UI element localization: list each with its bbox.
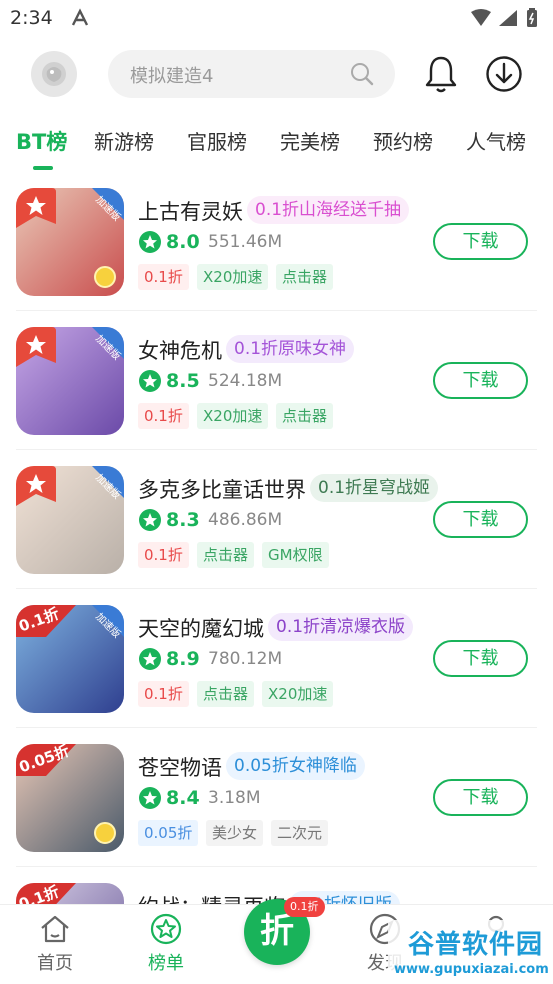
active-tab-indicator [33,166,53,170]
game-tag: X20加速 [197,403,269,429]
search-icon[interactable] [349,61,375,87]
game-promo: 0.1折山海经送千抽 [247,196,410,224]
game-promo: 0.1折星穹战姬 [310,474,439,502]
status-time: 2:34 [10,7,53,29]
game-thumbnail[interactable]: 0.1折 加速版 [16,605,124,713]
watermark-title: 谷普软件园 [408,930,544,960]
wifi-icon [471,9,491,26]
game-score: 8.3 [166,509,200,531]
download-button[interactable]: 下载 [433,362,528,399]
game-name[interactable]: 女神危机 [138,335,222,365]
game-row[interactable]: 加速版 女神危机 0.1折原味女神 8.5 524.18M 0.1折 X20加速点… [0,311,553,450]
download-manager-icon[interactable] [485,55,523,93]
game-row[interactable]: 加速版 上古有灵妖 0.1折山海经送千抽 8.0 551.46M 0.1折 X20… [0,172,553,311]
game-name[interactable]: 多克多比童话世界 [138,474,306,504]
game-thumbnail[interactable]: 0.05折 [16,744,124,852]
game-name[interactable]: 天空的魔幻城 [138,613,264,643]
signal-icon [499,10,517,26]
game-tag: 点击器 [276,264,334,290]
nav-home-label: 首页 [37,953,73,974]
ranking-tabs: BT榜 新游榜 官服榜 完美榜 预约榜 人气榜 [0,126,553,172]
star-icon [139,231,161,253]
tab-bt[interactable]: BT榜 [16,126,67,156]
game-thumbnail[interactable]: 加速版 [16,327,124,435]
game-tag: 美少女 [206,820,264,846]
game-size: 551.46M [208,232,283,252]
game-tag: 点击器 [276,403,334,429]
bell-icon[interactable] [422,54,460,94]
discount-badge: 0.1折 [284,897,325,917]
download-button[interactable]: 下载 [433,640,528,677]
star-icon [139,648,161,670]
game-size: 780.12M [208,649,283,669]
game-tag: 二次元 [271,820,329,846]
watermark-url: www.gupuxiazai.com [394,962,549,977]
game-name[interactable]: 上古有灵妖 [138,196,243,226]
download-button[interactable]: 下载 [433,779,528,816]
game-promo: 0.1折清凉爆衣版 [268,613,414,641]
game-score: 8.0 [166,231,200,253]
tab-reservation[interactable]: 预约榜 [373,126,433,155]
a-notification-icon [71,8,89,26]
game-tag: 0.1折 [138,403,189,429]
tab-popular[interactable]: 人气榜 [466,126,526,155]
game-tag: 0.05折 [138,820,199,846]
avatar-icon [42,62,66,86]
status-bar: 2:34 [0,0,553,38]
nav-ranking-label: 榜单 [148,953,184,974]
game-score: 8.5 [166,370,200,392]
game-size: 524.18M [208,371,283,391]
tab-perfect[interactable]: 完美榜 [280,126,340,155]
star-icon [139,370,161,392]
game-tag: X20加速 [262,681,334,707]
game-tag: X20加速 [197,264,269,290]
download-button[interactable]: 下载 [433,501,528,538]
game-row[interactable]: 加速版 多克多比童话世界 0.1折星穹战姬 8.3 486.86M 0.1折 点击… [0,450,553,589]
medal-badge-icon [16,188,56,228]
star-icon [139,787,161,809]
star-circle-icon [150,913,182,945]
tab-new-games[interactable]: 新游榜 [94,126,154,155]
nav-home[interactable]: 首页 [25,913,85,975]
game-row[interactable]: 0.05折 苍空物语 0.05折女神降临 8.4 3.18M 0.05折 美少女二… [0,728,553,867]
game-tag: 0.1折 [138,264,189,290]
medal-badge-icon [16,327,56,367]
home-icon [41,915,69,943]
game-thumbnail[interactable]: 加速版 [16,188,124,296]
medal-badge-icon [16,466,56,506]
game-score: 8.9 [166,648,200,670]
coin-icon [94,822,116,844]
nav-ranking[interactable]: 榜单 [136,913,196,975]
system-status-icons [471,8,537,27]
game-tag: GM权限 [262,542,329,568]
game-promo: 0.05折女神降临 [226,752,365,780]
star-icon [139,509,161,531]
watermark: 谷普软件园 www.gupuxiazai.com [388,920,553,984]
search-placeholder: 模拟建造4 [130,66,214,87]
download-button[interactable]: 下载 [433,223,528,260]
game-tag: 点击器 [197,681,255,707]
game-tag: 0.1折 [138,542,189,568]
game-promo: 0.1折原味女神 [226,335,355,363]
game-tag: 0.1折 [138,681,189,707]
game-row[interactable]: 0.1折 加速版 天空的魔幻城 0.1折清凉爆衣版 8.9 780.12M 0.1… [0,589,553,728]
search-input[interactable]: 模拟建造4 [108,50,395,98]
game-name[interactable]: 苍空物语 [138,752,222,782]
avatar[interactable] [31,51,77,97]
game-tag: 点击器 [197,542,255,568]
game-score: 8.4 [166,787,200,809]
game-thumbnail[interactable]: 加速版 [16,466,124,574]
game-size: 3.18M [208,788,261,808]
game-size: 486.86M [208,510,283,530]
coin-icon [94,266,116,288]
tab-official[interactable]: 官服榜 [187,126,247,155]
